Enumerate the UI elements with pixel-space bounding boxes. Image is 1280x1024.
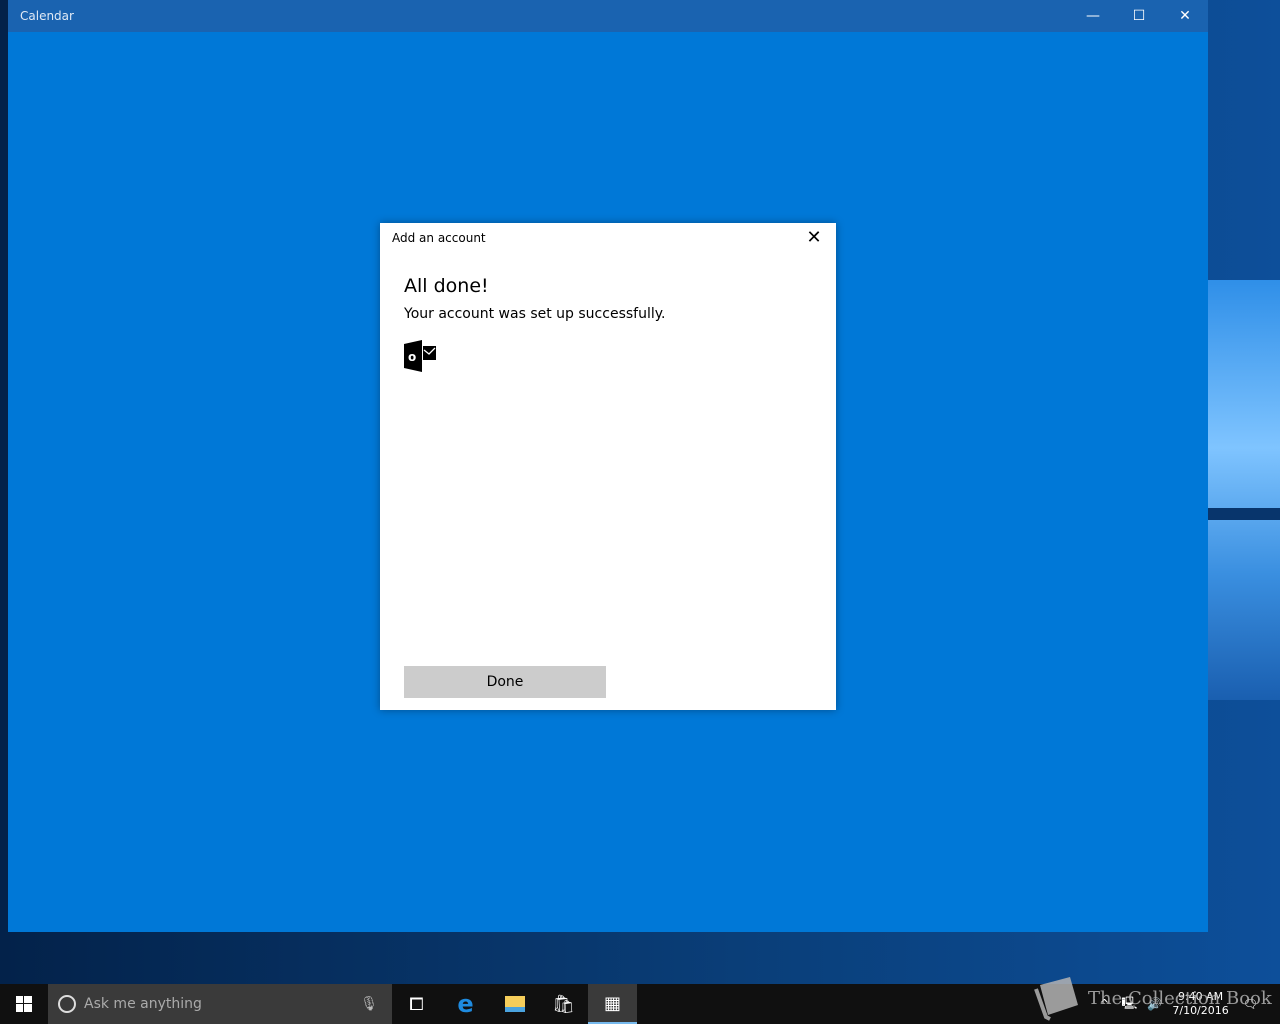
maximize-button[interactable]: ☐ [1116,0,1162,32]
clock[interactable]: 9:40 AM 7/10/2016 [1172,990,1228,1018]
network-icon[interactable]: 🖳 [1121,994,1137,1015]
title-bar: Calendar — ☐ ✕ [8,0,1208,32]
add-account-dialog: Add an account ✕ All done! Your account … [380,223,836,710]
dialog-heading: All done! [404,275,489,297]
start-button[interactable] [0,984,48,1024]
calendar-taskbar-button[interactable]: ▦ [588,984,637,1024]
window-title: Calendar [20,9,74,23]
dialog-message: Your account was set up successfully. [404,306,666,322]
clock-date: 7/10/2016 [1172,1004,1229,1017]
close-button[interactable]: ✕ [1162,0,1208,32]
system-tray: ^ 🖳 🔊 9:40 AM 7/10/2016 🗨 [1093,984,1280,1024]
clock-time: 9:40 AM [1177,990,1224,1003]
desktop-wallpaper [1208,280,1280,700]
chevron-up-icon[interactable]: ^ [1099,997,1109,1011]
edge-button[interactable]: e [441,984,490,1024]
store-button[interactable]: 🛍 [539,984,588,1024]
microphone-icon[interactable]: 🎙 [360,996,378,1012]
windows-logo-icon [16,996,32,1012]
edge-icon: e [457,990,474,1018]
done-button[interactable]: Done [404,666,606,698]
action-center-icon[interactable]: 🗨 [1243,997,1258,1011]
dialog-title: Add an account [392,231,486,245]
svg-text:o: o [408,350,416,364]
taskbar: Ask me anything 🎙 ⧠ e 🛍 ▦ ^ 🖳 🔊 9:40 AM … [0,984,1280,1024]
folder-icon [504,996,525,1012]
search-placeholder: Ask me anything [84,996,202,1012]
task-view-button[interactable]: ⧠ [392,984,441,1024]
volume-icon[interactable]: 🔊 [1147,997,1162,1011]
file-explorer-button[interactable] [490,984,539,1024]
cortana-search-box[interactable]: Ask me anything 🎙 [48,984,392,1024]
outlook-icon: o [404,340,438,376]
minimize-button[interactable]: — [1070,0,1116,32]
dialog-close-button[interactable]: ✕ [802,227,826,248]
calendar-icon: ▦ [603,992,621,1014]
store-icon: 🛍 [552,993,575,1015]
task-view-icon: ⧠ [409,993,424,1015]
wallpaper-divider [1208,508,1280,520]
cortana-icon [58,995,76,1013]
